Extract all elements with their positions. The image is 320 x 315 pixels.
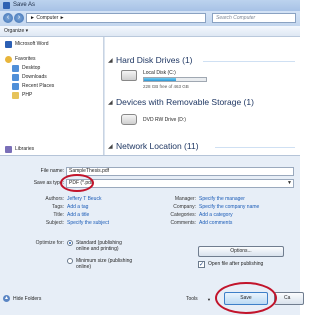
comments-value[interactable]: Add comments (199, 220, 232, 226)
library-icon (5, 146, 12, 153)
authors-label: Authors: (45, 196, 64, 202)
group-label: Devices with Removable Storage (1) (116, 97, 254, 107)
categories-label: Categories: (170, 212, 196, 218)
folder-icon (12, 92, 19, 99)
open-after-checkbox[interactable]: ✓ (198, 261, 205, 268)
title-value[interactable]: Add a title (67, 212, 89, 218)
subject-value[interactable]: Specify the subject (67, 220, 109, 226)
subject-label: Subject: (45, 220, 64, 226)
organize-button[interactable]: Organize ▾ (4, 28, 28, 34)
manager-value[interactable]: Specify the manager (199, 196, 245, 202)
star-icon (5, 56, 12, 63)
nav-item-label: Desktop (22, 65, 41, 71)
options-button[interactable]: Options... (198, 246, 284, 257)
group-label: Network Location (11) (116, 141, 199, 151)
content-pane[interactable]: ◢ Hard Disk Drives (1) Local Disk (C:) 2… (105, 37, 300, 155)
manager-label: Manager: (174, 196, 196, 202)
folder-icon (12, 65, 19, 72)
company-label: Company: (173, 204, 196, 210)
radio-standard-label[interactable]: Standard (publishing online and printing… (76, 240, 136, 252)
group-removable-storage[interactable]: ◢ Devices with Removable Storage (1) (105, 97, 300, 109)
tags-label: Tags: (52, 204, 64, 210)
nav-item-recent-places[interactable]: Recent Places (0, 82, 103, 91)
folder-icon (12, 83, 19, 90)
nav-item-label: PHP (22, 92, 33, 98)
toolbar: Organize ▾ (0, 26, 300, 37)
word-app-icon (3, 2, 10, 9)
disk-capacity-fill (144, 78, 176, 81)
forward-arrow-icon[interactable]: › (14, 13, 24, 23)
chevron-down-icon: ◢ (108, 100, 113, 106)
group-label: Hard Disk Drives (1) (116, 55, 193, 65)
nav-item-label: Libraries (15, 146, 35, 152)
nav-item-desktop[interactable]: Desktop (0, 64, 103, 73)
disk-capacity-bar (143, 77, 207, 82)
open-after-label[interactable]: Open file after publishing (208, 261, 263, 268)
dvd-drive-name[interactable]: DVD RW Drive (D:) (143, 117, 186, 123)
filename-field[interactable]: SampleThesis.pdf (66, 167, 294, 176)
group-divider (203, 61, 295, 62)
radio-minimum-label[interactable]: Minimum size (publishing online) (76, 258, 136, 270)
nav-item-label: Microsoft Word (15, 41, 49, 47)
window-title: Save As (13, 2, 36, 8)
hide-folders-icon[interactable]: ▲ (3, 295, 10, 302)
address-bar: ‹ › ► Computer ► Search Computer (0, 11, 300, 26)
nav-item-favorites[interactable]: Favorites (0, 55, 103, 64)
folder-icon (12, 74, 19, 81)
saveas-type-label: Save as type: (33, 180, 64, 186)
nav-item-label: Downloads (22, 74, 47, 80)
word-icon (5, 41, 12, 48)
cancel-button[interactable]: Ca (274, 292, 304, 305)
search-input[interactable]: Search Computer (212, 13, 296, 23)
chevron-down-icon: ◢ (108, 144, 113, 150)
group-divider (215, 147, 295, 148)
hide-folders-link[interactable]: Hide Folders (13, 296, 41, 302)
dvd-drive-icon (121, 114, 137, 125)
tags-value[interactable]: Add a tag (67, 204, 88, 210)
company-value[interactable]: Specify the company name (199, 204, 259, 210)
local-disk-name[interactable]: Local Disk (C:) (143, 70, 176, 76)
breadcrumb[interactable]: ► Computer ► (26, 13, 206, 23)
back-arrow-icon[interactable]: ‹ (3, 13, 13, 23)
title-bar: Save As (0, 0, 300, 11)
optimize-label: Optimize for: (35, 240, 64, 246)
group-network-location[interactable]: ◢ Network Location (11) (105, 141, 300, 153)
saveas-type-select[interactable]: PDF (*.pdf) ▼ (66, 179, 294, 188)
comments-label: Comments: (170, 220, 196, 226)
save-as-dialog: Save As ‹ › ► Computer ► Search Computer… (0, 0, 304, 315)
chevron-down-icon: ▼ (287, 180, 292, 186)
save-button[interactable]: Save (224, 292, 268, 305)
radio-minimum[interactable] (67, 258, 73, 264)
group-hard-disk-drives[interactable]: ◢ Hard Disk Drives (1) (105, 55, 300, 67)
radio-standard[interactable] (67, 240, 73, 246)
categories-value[interactable]: Add a category (199, 212, 233, 218)
chevron-down-icon: ◢ (108, 58, 113, 64)
saveas-type-value: PDF (*.pdf) (69, 180, 95, 186)
nav-item-libraries[interactable]: Libraries (0, 145, 103, 154)
nav-item-label: Recent Places (22, 83, 55, 89)
navigation-pane[interactable]: Microsoft Word Favorites Desktop Downloa… (0, 37, 104, 155)
chevron-down-icon: ▼ (207, 297, 211, 302)
tools-menu[interactable]: Tools (186, 296, 198, 302)
local-disk-free: 228 GB free of 463 GB (143, 84, 189, 89)
authors-value[interactable]: Jeffery T Beuck (67, 196, 101, 202)
title-label: Title: (53, 212, 64, 218)
nav-item-microsoft-word[interactable]: Microsoft Word (0, 40, 103, 49)
save-options-panel: File name: SampleThesis.pdf Save as type… (0, 155, 304, 315)
nav-item-label: Favorites (15, 56, 36, 62)
nav-item-php[interactable]: PHP (0, 91, 103, 100)
filename-label: File name: (40, 168, 64, 174)
nav-item-downloads[interactable]: Downloads (0, 73, 103, 82)
hard-drive-icon (121, 70, 137, 81)
